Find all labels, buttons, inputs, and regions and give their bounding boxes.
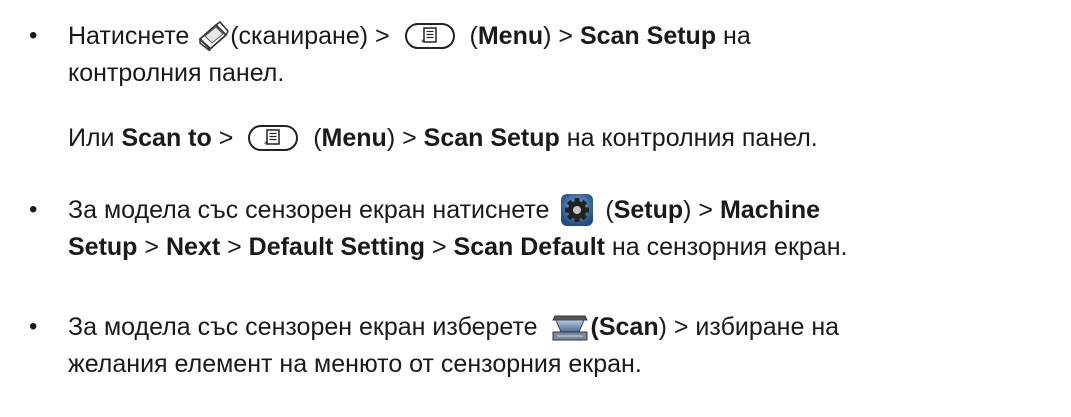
bold-term: Scan Setup [423, 124, 560, 152]
text-segment: ( [306, 124, 322, 152]
bold-term: Scan Setup [579, 22, 717, 50]
bold-term: Setup [613, 196, 684, 224]
bold-term: Default Setting [248, 233, 426, 261]
bold-term: Menu [321, 124, 387, 152]
bold-term: Menu [477, 22, 544, 50]
bold-term: Next [165, 233, 221, 261]
bold-term: (Scan [590, 313, 659, 341]
bullet-2-line-2: Setup > Next > Default Setting > Scan De… [68, 229, 847, 265]
menu-key-icon: * [404, 23, 455, 49]
text-segment: на сензорния екран. [604, 233, 848, 261]
text-segment: ) > [543, 22, 580, 50]
text-segment: ) > [386, 124, 424, 152]
text-segment: Натиснете [68, 22, 197, 50]
bullet-3-line-1: За модела със сензорен екран изберете (S… [68, 309, 839, 345]
svg-text:*: * [264, 140, 268, 147]
bullet-2-line-1: За модела със сензорен екран натиснете (… [68, 192, 820, 228]
bold-term: Scan to [121, 124, 212, 152]
bullet-1-line-3: Или Scan to > * ( Menu ) > Scan Setup на… [68, 120, 818, 156]
text-segment: Или [68, 124, 122, 152]
text-segment: (сканиране) > [230, 22, 397, 50]
text-segment: > [220, 233, 249, 261]
bold-term: Setup [68, 233, 138, 261]
bullet-symbol: • [29, 313, 38, 340]
text-segment: на [716, 22, 751, 50]
menu-key-icon: * [248, 125, 299, 151]
text-segment: ) > [683, 196, 720, 224]
text-segment: ( [462, 22, 478, 50]
flatbed-scanner-icon [551, 312, 589, 342]
text-segment: > [137, 233, 166, 261]
gear-setup-icon [560, 193, 594, 227]
bold-term: Machine [719, 196, 820, 224]
bold-term: Scan Default [453, 233, 605, 261]
text-segment: За модела със сензорен екран натиснете [68, 196, 557, 224]
text-segment: ) > избиране на [658, 313, 840, 341]
text-segment: желания елемент на менюто от сензорния е… [68, 350, 642, 378]
bullet-symbol: • [29, 196, 38, 223]
text-segment: > [425, 233, 454, 261]
bullet-3-line-2: желания елемент на менюто от сензорния е… [68, 346, 642, 382]
text-segment: контролния панел. [68, 59, 285, 87]
bullet-symbol: • [29, 22, 38, 49]
text-segment: на контролния панел. [559, 124, 818, 152]
text-segment: > [211, 124, 241, 152]
bullet-1-line-1: Натиснете (сканиране) > * ( Menu ) > Sca… [68, 18, 751, 54]
text-segment: За модела със сензорен екран изберете [68, 313, 545, 341]
text-segment: ( [598, 196, 614, 224]
bullet-1-line-2: контролния панел. [68, 55, 284, 91]
scanner-key-icon [196, 21, 230, 51]
svg-text:*: * [421, 38, 425, 45]
